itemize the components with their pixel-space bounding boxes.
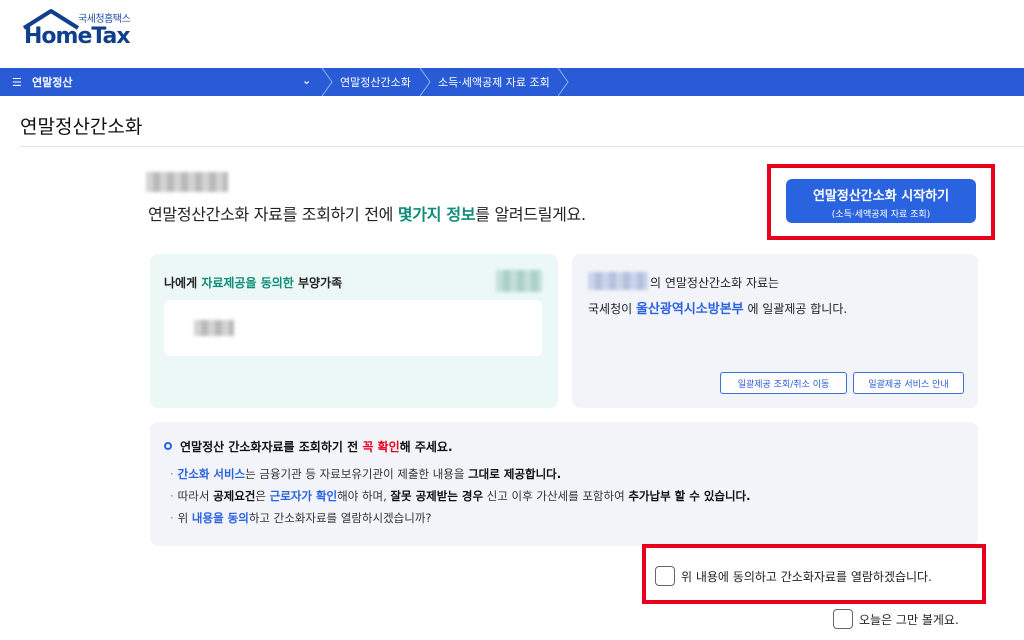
- consent-dependents-card: 나에게 자료제공을 동의한 부양가족: [150, 254, 558, 408]
- notice-box: 연말정산 간소화자료를 조회하기 전 꼭 확인해 주세요. · 간소화 서비스는 …: [150, 422, 978, 546]
- logo-text: HomeTax: [24, 24, 131, 49]
- hamburger-icon[interactable]: ☰: [12, 76, 22, 89]
- agree-label: 위 내용에 동의하고 간소화자료를 열람하겠습니다.: [681, 569, 932, 584]
- dismiss-today-checkbox[interactable]: [833, 609, 853, 629]
- title-divider: [20, 146, 1024, 147]
- bulk-provision-card: 의 연말정산간소화 자료는 국세청이 울산광역시소방본부 에 일괄제공 합니다.…: [572, 254, 978, 408]
- dismiss-today-label: 오늘은 그만 볼게요.: [859, 612, 959, 627]
- breadcrumb-separator-icon: [557, 68, 569, 96]
- notice-line-2: · 따라서 공제요건은 근로자가 확인해야 하며, 잘못 공제받는 경우 신고 이…: [170, 489, 751, 503]
- nav-bar: ☰ 연말정산 ⌄ 연말정산간소화 소득·세액공제 자료 조회: [0, 68, 1024, 96]
- nav-menu-dropdown[interactable]: ☰ 연말정산 ⌄: [0, 68, 326, 96]
- agree-checkbox[interactable]: [655, 566, 675, 586]
- breadcrumb-item-2[interactable]: 소득·세액공제 자료 조회: [428, 68, 568, 96]
- chevron-down-icon[interactable]: ⌄: [302, 74, 311, 87]
- provider-line-1: 의 연말정산간소화 자료는: [650, 276, 780, 290]
- intro-text: 연말정산간소화 자료를 조회하기 전에 몇가지 정보를 알려드릴게요.: [148, 205, 586, 224]
- bulk-query-cancel-button[interactable]: 일괄제공 조회/취소 이동: [720, 372, 847, 394]
- circle-bullet-icon: [164, 442, 172, 450]
- start-simplified-button[interactable]: 연말정산간소화 시작하기 (소득·세액공제 자료 조회): [786, 179, 976, 223]
- page-title: 연말정산간소화: [20, 116, 143, 138]
- blurred-count: [496, 270, 542, 292]
- provider-line-2: 국세청이 울산광역시소방본부 에 일괄제공 합니다.: [588, 302, 848, 317]
- logo-subtitle: 국세청홈택스: [78, 14, 131, 25]
- agree-checkbox-row[interactable]: 위 내용에 동의하고 간소화자료를 열람하겠습니다.: [655, 566, 932, 586]
- consent-card-heading: 나에게 자료제공을 동의한 부양가족: [164, 276, 343, 290]
- dependents-list: [164, 300, 542, 356]
- notice-line-1: · 간소화 서비스는 금융기관 등 자료보유기관이 제출한 내용을 그대로 제공합…: [170, 467, 562, 481]
- blurred-user-name: [146, 172, 228, 192]
- blurred-user-name: [588, 272, 648, 290]
- hometax-logo[interactable]: 국세청홈택스 HomeTax: [20, 8, 150, 52]
- blurred-dependent-name: [194, 320, 234, 336]
- dismiss-today-row[interactable]: 오늘은 그만 볼게요.: [833, 609, 959, 629]
- bulk-service-guide-button[interactable]: 일괄제공 서비스 안내: [853, 372, 964, 394]
- notice-line-3: · 위 내용을 동의하고 간소화자료를 열람하시겠습니까?: [170, 511, 432, 525]
- breadcrumb-item-1[interactable]: 연말정산간소화: [330, 68, 422, 96]
- notice-heading: 연말정산 간소화자료를 조회하기 전 꼭 확인해 주세요.: [164, 438, 453, 455]
- nav-menu-label: 연말정산: [32, 76, 73, 89]
